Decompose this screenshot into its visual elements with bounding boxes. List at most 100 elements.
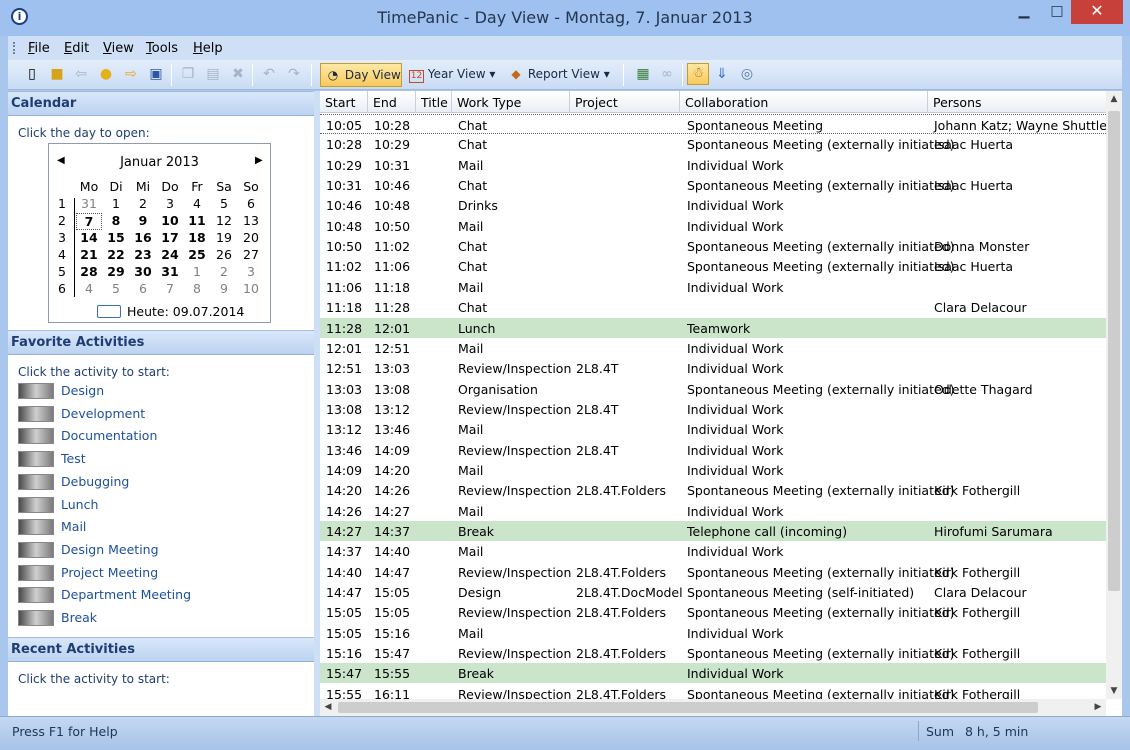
close-button[interactable]: ✕: [1071, 0, 1123, 24]
redo-icon[interactable]: ↷: [285, 65, 303, 83]
report-view-button[interactable]: ◆ Report View ▾: [504, 63, 614, 87]
table-row[interactable]: 13:12 13:46 Mail Individual Work: [320, 419, 1106, 439]
link-icon[interactable]: ∞: [658, 65, 676, 83]
minimize-button[interactable]: ▁: [1010, 0, 1038, 24]
table-row[interactable]: 14:40 14:47 Review/Inspection 2L8.4T.Folder…: [320, 562, 1106, 582]
table-row[interactable]: 14:47 15:05 Design 2L8.4T.DocModel Spontaneo…: [320, 582, 1106, 602]
vertical-scroll-thumb[interactable]: [1108, 111, 1120, 591]
favorite-activity-item[interactable]: Documentation: [18, 426, 298, 446]
calendar-day[interactable]: 10: [238, 281, 264, 296]
paste-icon[interactable]: ▤: [204, 65, 222, 83]
sync-icon[interactable]: ◎: [738, 65, 756, 83]
import-icon[interactable]: ⇓: [713, 65, 731, 83]
table-row[interactable]: 11:02 11:06 Chat Spontaneous Meeting (exter…: [320, 256, 1106, 276]
calendar-day[interactable]: 6: [130, 281, 156, 296]
scroll-right-icon[interactable]: ▶: [1090, 699, 1106, 716]
column-header-start[interactable]: Start: [320, 91, 368, 113]
table-row[interactable]: 14:20 14:26 Review/Inspection 2L8.4T.Folder…: [320, 480, 1106, 500]
calendar-day[interactable]: 6: [238, 196, 264, 211]
calendar-day[interactable]: 5: [211, 196, 237, 211]
activity-icon[interactable]: ☃: [687, 63, 709, 85]
calendar-day[interactable]: 3: [238, 264, 264, 279]
calendar-day[interactable]: 17: [157, 230, 183, 245]
column-header-work-type[interactable]: Work Type: [452, 91, 570, 113]
favorite-activity-item[interactable]: Break: [18, 608, 298, 628]
calendar-day[interactable]: 8: [184, 281, 210, 296]
table-row[interactable]: 10:48 10:50 Mail Individual Work: [320, 216, 1106, 236]
calendar-day[interactable]: 19: [211, 230, 237, 245]
calendar-day[interactable]: 27: [238, 247, 264, 262]
calendar-day[interactable]: 30: [130, 264, 156, 279]
menu-view[interactable]: View: [103, 41, 134, 56]
horizontal-scroll-thumb[interactable]: [338, 702, 1038, 713]
horizontal-scrollbar[interactable]: ◀ ▶: [320, 699, 1106, 716]
calendar-day[interactable]: 2: [130, 196, 156, 211]
calendar-day[interactable]: 20: [238, 230, 264, 245]
open-folder-icon[interactable]: ■: [48, 65, 66, 83]
favorite-activity-item[interactable]: Development: [18, 404, 298, 424]
column-header-project[interactable]: Project: [570, 91, 680, 113]
favorite-activity-item[interactable]: Test: [18, 449, 298, 469]
next-month-icon[interactable]: ▶: [255, 155, 263, 166]
menu-file[interactable]: File: [28, 41, 50, 56]
table-row[interactable]: 12:51 13:03 Review/Inspection 2L8.4T Individ…: [320, 358, 1106, 378]
calendar-day[interactable]: 18: [184, 230, 210, 245]
table-row[interactable]: 13:46 14:09 Review/Inspection 2L8.4T Individ…: [320, 440, 1106, 460]
calendar-day[interactable]: 22: [103, 247, 129, 262]
calendar-day[interactable]: 28: [76, 264, 102, 279]
column-header-collaboration[interactable]: Collaboration: [680, 91, 928, 113]
calendar-day[interactable]: 29: [103, 264, 129, 279]
month-calendar[interactable]: ◀ Januar 2013 ▶ Mo Di Mi Do Fr Sa So 1 31…: [48, 143, 271, 323]
table-row[interactable]: 14:27 14:37 Break Telephone call (incoming)…: [320, 521, 1106, 541]
year-view-button[interactable]: 12 Year View ▾: [405, 63, 500, 87]
new-file-icon[interactable]: ▯: [23, 65, 41, 83]
scroll-up-icon[interactable]: ▲: [1106, 91, 1122, 107]
table-row[interactable]: 11:28 12:01 Lunch Teamwork: [320, 317, 1106, 338]
calendar-day[interactable]: 8: [103, 213, 129, 228]
table-row[interactable]: 14:37 14:40 Mail Individual Work: [320, 541, 1106, 561]
undo-icon[interactable]: ↶: [260, 65, 278, 83]
calendar-day[interactable]: 12: [211, 213, 237, 228]
table-row[interactable]: 10:31 10:46 Chat Spontaneous Meeting (exter…: [320, 175, 1106, 195]
menu-help[interactable]: Help: [193, 41, 223, 56]
calendar-day[interactable]: 10: [157, 213, 183, 228]
table-row[interactable]: 10:46 10:48 Drinks Individual Work: [320, 195, 1106, 215]
table-row[interactable]: 14:26 14:27 Mail Individual Work: [320, 501, 1106, 521]
calendar-day[interactable]: 21: [76, 247, 102, 262]
table-row[interactable]: 11:18 11:28 Chat Clara Delacour: [320, 297, 1106, 317]
calendar-day[interactable]: 31: [157, 264, 183, 279]
table-row[interactable]: 13:03 13:08 Organisation Spontaneous Meetin…: [320, 379, 1106, 399]
calendar-day[interactable]: 7: [157, 281, 183, 296]
calendar-day[interactable]: 23: [130, 247, 156, 262]
table-row[interactable]: 15:05 15:16 Mail Individual Work: [320, 623, 1106, 643]
save-disk-icon[interactable]: ▣: [147, 65, 165, 83]
calendar-day[interactable]: 4: [76, 281, 102, 296]
column-header-persons[interactable]: Persons: [928, 91, 1106, 113]
table-row[interactable]: 11:06 11:18 Mail Individual Work: [320, 277, 1106, 297]
table-row[interactable]: 14:09 14:20 Mail Individual Work: [320, 460, 1106, 480]
calendar-day[interactable]: 25: [184, 247, 210, 262]
scroll-down-icon[interactable]: ▼: [1106, 683, 1122, 699]
forward-arrow-icon[interactable]: ⇨: [122, 65, 140, 83]
favorite-activity-item[interactable]: Project Meeting: [18, 563, 298, 583]
maximize-button[interactable]: □: [1043, 0, 1071, 24]
table-row[interactable]: 15:16 15:47 Review/Inspection 2L8.4T.Folder…: [320, 643, 1106, 663]
vertical-scrollbar[interactable]: ▲ ▼: [1106, 91, 1122, 699]
calendar-day[interactable]: 1: [184, 264, 210, 279]
favorite-activity-item[interactable]: Design: [18, 381, 298, 401]
menu-edit[interactable]: Edit: [64, 41, 89, 56]
calendar-day[interactable]: 9: [211, 281, 237, 296]
table-row[interactable]: 10:50 11:02 Chat Spontaneous Meeting (exter…: [320, 236, 1106, 256]
calendar-day[interactable]: 26: [211, 247, 237, 262]
calendar-today[interactable]: Heute: 09.07.2014: [97, 304, 244, 319]
menu-tools[interactable]: Tools: [146, 41, 178, 56]
table-row[interactable]: 10:28 10:29 Chat Spontaneous Meeting (exter…: [320, 134, 1106, 154]
column-header-end[interactable]: End: [368, 91, 416, 113]
scroll-left-icon[interactable]: ◀: [320, 699, 336, 716]
calendar-day[interactable]: 24: [157, 247, 183, 262]
favorite-activity-item[interactable]: Mail: [18, 517, 298, 537]
calendar-day[interactable]: 31: [76, 196, 102, 211]
table-row[interactable]: 15:05 15:05 Review/Inspection 2L8.4T.Folder…: [320, 602, 1106, 622]
table-row[interactable]: 15:55 16:11 Review/Inspection 2L8.4T.Folder…: [320, 684, 1106, 699]
calendar-day[interactable]: 11: [184, 213, 210, 228]
